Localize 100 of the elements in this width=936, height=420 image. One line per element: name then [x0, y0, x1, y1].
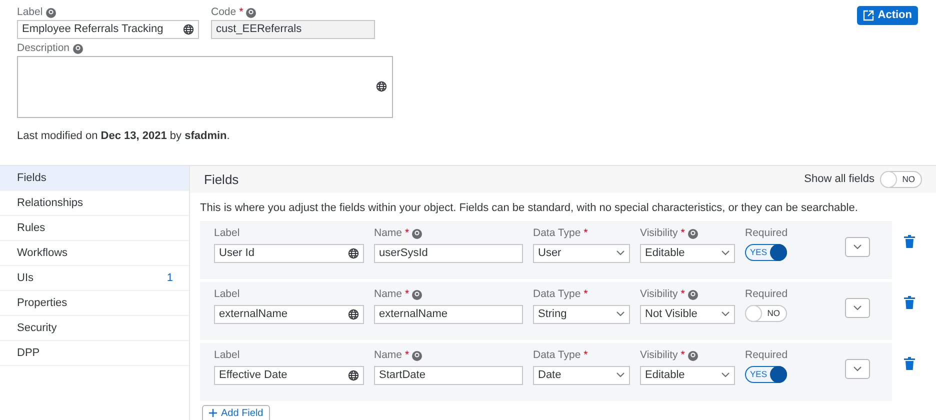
field-value: externalName: [219, 306, 288, 322]
field-value: Effective Date: [219, 368, 288, 383]
export-icon: [862, 10, 874, 21]
sidebar-item[interactable]: Rules: [0, 216, 189, 241]
chevron-down-icon: [721, 311, 730, 317]
globe-icon[interactable]: [183, 24, 194, 35]
help-icon[interactable]: [246, 8, 256, 18]
required-mark: *: [584, 286, 588, 302]
required-mark: *: [680, 286, 685, 302]
help-icon[interactable]: [412, 350, 422, 360]
globe-icon[interactable]: [376, 81, 387, 92]
column-label: Data Type: [533, 226, 581, 241]
chevron-down-icon: [853, 244, 862, 250]
intro-text: This is where you adjust the fields within your object. Fields can be standard, with no special characteristics, or they can be searchable.: [199, 201, 859, 216]
description-field[interactable]: [17, 56, 393, 118]
required-toggle[interactable]: YES: [745, 366, 787, 382]
select-value: Not Visible: [645, 306, 698, 322]
sidebar-item[interactable]: DPP: [0, 341, 189, 366]
data-type-select[interactable]: User: [533, 244, 630, 262]
sidebar-item[interactable]: Fields: [0, 166, 189, 191]
chevron-down-icon: [853, 366, 862, 372]
data-type-select[interactable]: String: [533, 304, 630, 324]
column-label: Label: [214, 348, 240, 363]
globe-icon[interactable]: [348, 370, 359, 380]
trash-icon[interactable]: [904, 356, 915, 370]
required-mark: *: [680, 226, 685, 241]
globe-icon[interactable]: [348, 308, 359, 320]
name-field[interactable]: StartDate: [374, 366, 523, 384]
sidebar-item[interactable]: Relationships: [0, 191, 189, 216]
visibility-select[interactable]: Editable: [640, 244, 735, 262]
required-toggle[interactable]: NO: [745, 304, 787, 322]
column-label: Required: [745, 286, 788, 302]
column-label: Data Type: [533, 348, 581, 363]
chevron-down-icon: [616, 372, 625, 378]
trash-icon[interactable]: [904, 234, 915, 248]
select-value: Editable: [645, 246, 685, 261]
chevron-down-icon: [721, 372, 730, 378]
column-label: Required: [745, 226, 788, 241]
help-icon[interactable]: [688, 228, 698, 238]
action-button[interactable]: Action: [856, 6, 918, 25]
help-icon[interactable]: [688, 350, 698, 360]
label-field[interactable]: User Id: [214, 244, 364, 262]
chevron-down-icon: [853, 304, 862, 310]
code-field[interactable]: cust_EEReferrals: [211, 20, 375, 39]
required-mark: *: [584, 348, 588, 363]
label-field[interactable]: Employee Referrals Tracking: [17, 20, 199, 39]
visibility-select[interactable]: Editable: [640, 366, 735, 384]
column-label: Visibility: [640, 286, 678, 302]
show-all-toggle[interactable]: NO: [880, 171, 922, 188]
chevron-down-icon: [721, 250, 730, 256]
select-value: Editable: [645, 368, 685, 383]
add-field-button[interactable]: Add Field: [202, 404, 270, 420]
plus-icon: [209, 409, 217, 417]
sidebar-item[interactable]: UIs 1: [0, 266, 189, 291]
column-label: Label: [214, 226, 240, 241]
globe-icon[interactable]: [348, 248, 359, 258]
required-mark: *: [405, 226, 410, 241]
label-field[interactable]: externalName: [214, 304, 364, 324]
sidebar-item[interactable]: Properties: [0, 291, 189, 316]
trash-icon[interactable]: [904, 296, 915, 308]
name-field[interactable]: userSysId: [374, 244, 523, 262]
help-icon[interactable]: [688, 290, 698, 300]
column-label: Label: [214, 286, 240, 302]
chevron-down-icon: [616, 250, 625, 256]
sidebar-item[interactable]: Security: [0, 316, 189, 341]
name-field[interactable]: externalName: [374, 304, 523, 324]
help-icon[interactable]: [412, 228, 422, 238]
column-label: Name: [374, 286, 402, 302]
field-value: Employee Referrals Tracking: [22, 22, 164, 38]
data-type-select[interactable]: Date: [533, 366, 630, 384]
label-field[interactable]: Effective Date: [214, 366, 364, 384]
panel-title: Fields: [204, 170, 239, 189]
field-label: Description: [17, 40, 70, 56]
column-label: Required: [745, 348, 788, 363]
select-value: String: [538, 306, 567, 322]
required-mark: *: [239, 5, 244, 20]
field-label: Code: [211, 5, 236, 20]
chevron-down-icon: [616, 311, 625, 317]
visibility-select[interactable]: Not Visible: [640, 304, 735, 324]
item-count: 1: [166, 270, 173, 286]
help-icon[interactable]: [412, 290, 422, 300]
sidebar-item[interactable]: Workflows: [0, 241, 189, 266]
column-label: Name: [374, 226, 402, 241]
select-value: User: [538, 246, 562, 261]
required-mark: *: [584, 226, 588, 241]
required-mark: *: [405, 286, 410, 302]
column-label: Visibility: [640, 226, 678, 241]
required-mark: *: [405, 348, 410, 363]
help-icon[interactable]: [46, 8, 56, 18]
column-label: Visibility: [640, 348, 678, 363]
required-toggle[interactable]: YES: [745, 244, 787, 260]
help-icon[interactable]: [72, 44, 83, 54]
toggle-label: Show all fields: [804, 172, 874, 188]
field-value: User Id: [219, 246, 254, 261]
column-label: Name: [374, 348, 402, 363]
field-label: Label: [17, 5, 43, 20]
select-value: Date: [538, 368, 562, 383]
column-label: Data Type: [533, 286, 581, 302]
required-mark: *: [680, 348, 685, 363]
last-modified-text: Last modified on Dec 13, 2021 by sfadmin.: [17, 128, 231, 144]
